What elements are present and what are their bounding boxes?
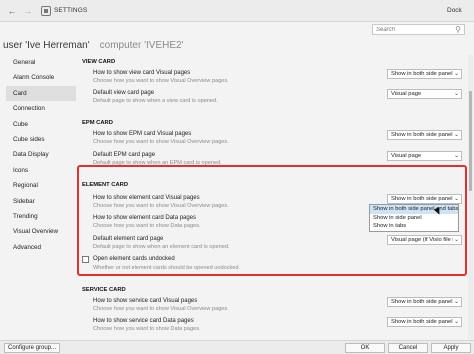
sidebar-item-cube-sides[interactable]: Cube sides	[6, 132, 76, 147]
sidebar-item-connection[interactable]: Connection	[6, 101, 76, 116]
sidebar-item-advanced[interactable]: Advanced	[6, 240, 76, 255]
select-value: Visual page	[391, 91, 422, 97]
select-value: Show in both side panel	[391, 299, 453, 305]
chevron-down-icon: ⌄	[453, 153, 459, 159]
epm-card-visual-pages-select[interactable]: Show in both side panel ⌄	[387, 130, 462, 140]
select-value: Show in both side panel	[391, 132, 453, 138]
chevron-down-icon: ⌄	[453, 299, 459, 305]
chevron-down-icon: ⌄	[453, 91, 459, 97]
sidebar-item-sidebar[interactable]: Sidebar	[6, 194, 76, 209]
sidebar-item-general[interactable]: General	[6, 55, 76, 70]
service-card-data-pages-select[interactable]: Show in both side panel ⌄	[387, 317, 462, 327]
section-title-service-card: SERVICE CARD	[82, 287, 126, 293]
setting-label: Default EPM card page	[93, 152, 156, 158]
dropdown-option[interactable]: Show in both side panel and tabs	[370, 205, 458, 214]
service-card-visual-pages-select[interactable]: Show in both side panel ⌄	[387, 297, 462, 307]
ok-button[interactable]: OK	[345, 343, 385, 353]
dropdown-option[interactable]: Show in tabs	[370, 222, 458, 231]
default-epm-card-page-select[interactable]: Visual page ⌄	[387, 151, 462, 161]
apply-button[interactable]: Apply	[431, 343, 471, 353]
setting-description: Choose how you want to show Visual Overv…	[93, 139, 229, 145]
setting-description: Default page to show when a view card is…	[93, 98, 218, 104]
dropdown-list: Show in both side panel and tabs Show in…	[369, 204, 459, 232]
view-card-visual-pages-select[interactable]: Show in both side panel ⌄	[387, 69, 462, 79]
chevron-down-icon: ⌄	[453, 319, 459, 325]
forward-arrow-icon[interactable]: →	[22, 5, 34, 17]
content-scrollbar[interactable]	[468, 55, 473, 340]
dropdown-option[interactable]: Show in side panel	[370, 214, 458, 223]
setting-label: Default view card page	[93, 90, 155, 96]
section-title-view-card: VIEW CARD	[82, 59, 116, 65]
setting-description: Choose how you want to show Visual Overv…	[93, 306, 229, 312]
search-input[interactable]	[376, 26, 451, 34]
bottom-bar: Configure group... OK Cancel Apply	[0, 340, 474, 354]
sidebar-item-trending[interactable]: Trending	[6, 209, 76, 224]
setting-label: How to show service card Visual pages	[93, 298, 198, 304]
scrollbar-thumb[interactable]	[469, 91, 472, 191]
search-icon[interactable]: ⚲	[455, 25, 461, 34]
sidebar: General Alarm Console Card Connection Cu…	[6, 55, 76, 255]
search-box[interactable]: ⚲	[372, 24, 465, 35]
title-bar: ← → SETTINGS Dock	[0, 0, 474, 22]
setting-label: How to show EPM card Visual pages	[93, 131, 192, 137]
chevron-down-icon: ⌄	[453, 71, 459, 77]
section-title-epm-card: EPM CARD	[82, 120, 113, 126]
default-view-card-page-select[interactable]: Visual page ⌄	[387, 89, 462, 99]
sidebar-item-visual-overview[interactable]: Visual Overview	[6, 224, 76, 239]
dock-button[interactable]: Dock	[447, 7, 462, 14]
sidebar-item-alarm-console[interactable]: Alarm Console	[6, 70, 76, 85]
chevron-down-icon: ⌄	[453, 132, 459, 138]
sidebar-item-icons[interactable]: Icons	[6, 163, 76, 178]
sidebar-item-card[interactable]: Card	[6, 85, 76, 102]
window-title: SETTINGS	[54, 7, 88, 14]
setting-description: Choose how you want to show Visual Overv…	[93, 78, 229, 84]
sidebar-item-data-display[interactable]: Data Display	[6, 147, 76, 162]
select-value: Show in both side panel	[391, 319, 453, 325]
sidebar-item-regional[interactable]: Regional	[6, 178, 76, 193]
user-scope[interactable]: user 'Ive Herreman'	[3, 40, 90, 51]
cancel-button[interactable]: Cancel	[388, 343, 428, 353]
select-value: Show in both side panel	[391, 71, 453, 77]
back-arrow-icon[interactable]: ←	[6, 5, 18, 17]
computer-scope[interactable]: computer 'IVEHE2'	[100, 40, 184, 51]
setting-label: How to show view card Visual pages	[93, 70, 191, 76]
setting-label: How to show service card Data pages	[93, 318, 194, 324]
settings-app-icon	[41, 6, 51, 16]
settings-scope: user 'Ive Herreman' computer 'IVEHE2'	[3, 40, 184, 51]
setting-description: Choose how you want to show Data pages.	[93, 326, 201, 332]
configure-group-button[interactable]: Configure group...	[4, 343, 60, 353]
sidebar-item-cube[interactable]: Cube	[6, 117, 76, 132]
select-value: Visual page	[391, 153, 422, 159]
